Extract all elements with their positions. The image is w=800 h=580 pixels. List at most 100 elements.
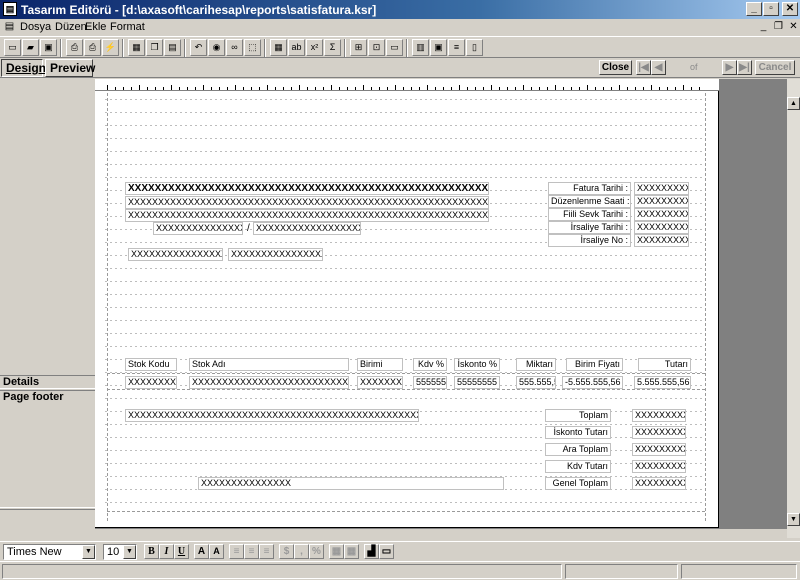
close-button[interactable]: ✕ — [782, 2, 798, 16]
grand-total-label[interactable]: Genel Toplam — [545, 477, 611, 490]
table-icon[interactable]: ▦ — [270, 39, 287, 56]
col-header-vat[interactable]: Kdv % — [413, 358, 447, 371]
font-size-select[interactable]: 10 ▼ — [103, 544, 137, 560]
print-preview-icon[interactable]: ⎙ — [66, 39, 83, 56]
sum-icon[interactable]: Σ — [324, 39, 341, 56]
district-field[interactable]: XXXXXXXXXXXXXXXXXXXXXX — [253, 222, 361, 235]
mdi-close-icon[interactable]: ✕ — [786, 20, 800, 34]
mdi-restore-icon[interactable]: ❐ — [771, 20, 786, 34]
prev-page-icon[interactable]: ◀ — [651, 60, 666, 75]
detail-stock-code[interactable]: XXXXXXXXXX — [125, 376, 177, 389]
col-header-discount[interactable]: İskonto % — [454, 358, 500, 371]
font-color-icon[interactable]: A — [194, 544, 209, 559]
next-page-icon[interactable]: ▶ — [722, 60, 737, 75]
amount-in-words-field[interactable]: XXXXXXXXXXXXXXXXXXXXXXXXXXXXXXXXXXXXXXXX… — [125, 409, 419, 422]
tab-preview[interactable]: Preview — [45, 59, 95, 77]
align-left-icon[interactable]: ≡ — [229, 544, 244, 559]
vat-total-label[interactable]: Kdv Tutarı — [545, 460, 611, 473]
shipment-date-field[interactable]: XXXXXXXXX — [634, 208, 689, 221]
lightning-icon[interactable]: ⚡ — [102, 39, 119, 56]
save-icon[interactable]: ▣ — [40, 39, 57, 56]
last-page-icon[interactable]: ▶| — [737, 60, 752, 75]
copy-icon[interactable]: ❐ — [146, 39, 163, 56]
image-icon[interactable]: ▣ — [430, 39, 447, 56]
binoculars-icon[interactable]: ∞ — [226, 39, 243, 56]
font-style-icon[interactable]: A — [209, 544, 224, 559]
mdi-minimize-icon[interactable]: _ — [756, 20, 771, 34]
detail-unit-price[interactable]: -5.555.555,56 — [562, 376, 623, 389]
company-title-field[interactable]: XXXXXXXXXXXXXXXXXXXXXXXXXXXXXXXXXXXXXXXX… — [125, 182, 489, 195]
first-page-icon[interactable]: |◀ — [636, 60, 651, 75]
chevron-down-icon[interactable]: ▼ — [82, 545, 95, 559]
chart-icon[interactable]: ▥ — [412, 39, 429, 56]
font-family-select[interactable]: Times New Roman ▼ — [3, 544, 96, 572]
detail-stock-name[interactable]: XXXXXXXXXXXXXXXXXXXXXXXXXXXXXXXXXXX — [189, 376, 349, 389]
undo-icon[interactable]: ↶ — [190, 39, 207, 56]
detail-discount[interactable]: 55555555 — [454, 376, 500, 389]
col-header-unit-price[interactable]: Birim Fiyatı — [566, 358, 623, 371]
discount-total-field[interactable]: XXXXXXXXX — [632, 426, 686, 439]
paint-icon[interactable]: ▟ — [364, 544, 379, 559]
fill-color-icon[interactable]: ▭ — [379, 544, 394, 559]
align-right-icon[interactable]: ≡ — [259, 544, 274, 559]
detail-amount[interactable]: 5.555.555,56 — [634, 376, 691, 389]
scroll-down-icon[interactable]: ▼ — [787, 513, 800, 526]
menu-duzen[interactable]: Düzen — [55, 21, 87, 33]
menu-dosya[interactable]: Dosya — [20, 21, 51, 33]
zoom-icon[interactable]: ◉ — [208, 39, 225, 56]
comma-icon[interactable]: , — [294, 544, 309, 559]
tab-design[interactable]: Design — [1, 59, 46, 77]
italic-icon[interactable]: I — [159, 544, 174, 559]
address-line-1-field[interactable]: XXXXXXXXXXXXXXXXXXXXXXXXXXXXXXXXXXXXXXXX… — [125, 196, 489, 209]
expression-icon[interactable]: x² — [306, 39, 323, 56]
col-header-quantity[interactable]: Miktarı — [516, 358, 556, 371]
menu-format[interactable]: Format — [110, 21, 145, 33]
bold-icon[interactable]: B — [144, 544, 159, 559]
col-header-stock-name[interactable]: Stok Adı — [189, 358, 349, 371]
col-header-stock-code[interactable]: Stok Kodu — [125, 358, 177, 371]
grand-total-field[interactable]: XXXXXXXXX — [632, 477, 686, 490]
tax-office-field[interactable]: XXXXXXXXXXXXXXXXXX — [128, 248, 223, 261]
scroll-up-icon[interactable]: ▲ — [787, 97, 800, 110]
footer-note-field[interactable]: XXXXXXXXXXXXXXX — [198, 477, 504, 490]
currency-icon[interactable]: $ — [279, 544, 294, 559]
border-icon[interactable]: ▦ — [329, 544, 344, 559]
col-header-amount[interactable]: Tutarı — [638, 358, 691, 371]
address-line-2-field[interactable]: XXXXXXXXXXXXXXXXXXXXXXXXXXXXXXXXXXXXXXXX… — [125, 209, 489, 222]
design-canvas[interactable]: XXXXXXXXXXXXXXXXXXXXXXXXXXXXXXXXXXXXXXXX… — [95, 79, 787, 528]
minimize-button[interactable]: _ — [746, 2, 762, 16]
total-label[interactable]: Toplam — [545, 409, 611, 422]
page-icon[interactable]: ▯ — [466, 39, 483, 56]
line-icon[interactable]: ≡ — [448, 39, 465, 56]
horizontal-scrollbar[interactable] — [95, 528, 787, 538]
band-label-page-footer[interactable]: Page footer — [0, 390, 95, 508]
subtotal-label[interactable]: Ara Toplam — [545, 443, 611, 456]
discount-total-label[interactable]: İskonto Tutarı — [545, 426, 611, 439]
align-center-icon[interactable]: ≡ — [244, 544, 259, 559]
vat-total-field[interactable]: XXXXXXXXX — [632, 460, 686, 473]
waybill-no-label[interactable]: İrsaliye No : — [548, 234, 631, 247]
chevron-down-icon[interactable]: ▼ — [123, 545, 136, 559]
cancel-button[interactable]: Cancel — [755, 60, 795, 75]
picture-icon[interactable]: ▦ — [128, 39, 145, 56]
subtotal-field[interactable]: XXXXXXXXX — [632, 443, 686, 456]
issue-time-field[interactable]: XXXXXXXXX — [634, 195, 689, 208]
band-label-details[interactable]: Details — [0, 375, 95, 389]
waybill-no-field[interactable]: XXXXXXXXX — [634, 234, 689, 247]
waybill-date-label[interactable]: İrsaliye Tarihi : — [548, 221, 631, 234]
percent-icon[interactable]: % — [309, 544, 324, 559]
col-header-unit[interactable]: Birimi — [357, 358, 403, 371]
detail-quantity[interactable]: 555.555,5 — [516, 376, 556, 389]
tax-number-field[interactable]: XXXXXXXXXXXXXXXXXX — [228, 248, 323, 261]
shipment-date-label[interactable]: Fiili Sevk Tarihi : — [548, 208, 631, 221]
menu-ekle[interactable]: Ekle — [85, 21, 106, 33]
report-page[interactable]: XXXXXXXXXXXXXXXXXXXXXXXXXXXXXXXXXXXXXXXX… — [95, 79, 719, 528]
invoice-date-label[interactable]: Fatura Tarihi : — [548, 182, 631, 195]
textbox-icon[interactable]: ab — [288, 39, 305, 56]
group-icon[interactable]: ⊞ — [350, 39, 367, 56]
new-icon[interactable]: ▭ — [4, 39, 21, 56]
underline-icon[interactable]: U — [174, 544, 189, 559]
vertical-scrollbar[interactable]: ▲ ▼ — [787, 79, 800, 538]
issue-time-label[interactable]: Düzenlenme Saati : — [548, 195, 631, 208]
mdi-doc-icon[interactable]: ▤ — [2, 20, 17, 34]
